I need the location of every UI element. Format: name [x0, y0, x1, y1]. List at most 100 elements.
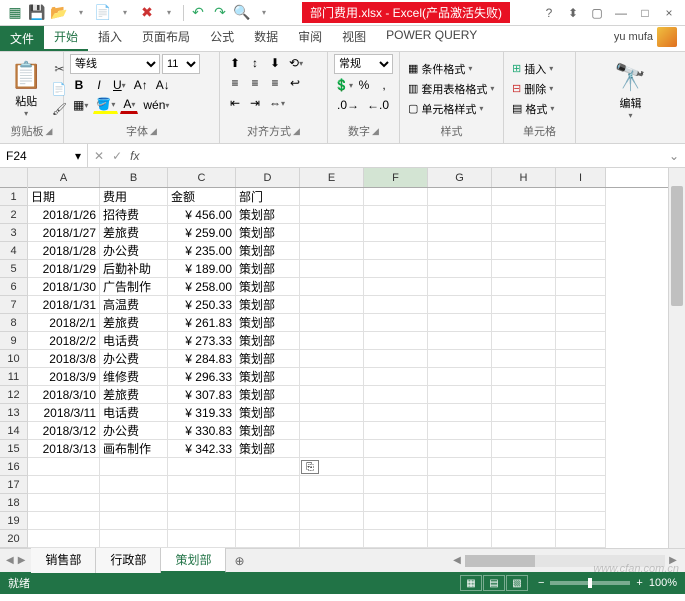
row-header[interactable]: 6: [0, 278, 27, 296]
ribbon-display-icon[interactable]: ⬍: [561, 3, 585, 23]
cell[interactable]: [364, 206, 428, 224]
cell[interactable]: [492, 512, 556, 530]
close-doc-icon[interactable]: ✖: [137, 3, 157, 23]
cell[interactable]: [364, 350, 428, 368]
cell[interactable]: [364, 242, 428, 260]
phonetic-button[interactable]: wén▾: [140, 96, 172, 114]
cell[interactable]: [300, 512, 364, 530]
sheet-tab[interactable]: 行政部: [96, 548, 161, 573]
increase-indent-icon[interactable]: ⇥: [246, 94, 264, 112]
cell[interactable]: [428, 206, 492, 224]
enter-formula-icon[interactable]: ✓: [112, 149, 122, 163]
cell[interactable]: [428, 404, 492, 422]
cell[interactable]: [556, 368, 606, 386]
cell[interactable]: [300, 260, 364, 278]
cell[interactable]: 日期: [28, 188, 100, 206]
cell[interactable]: 策划部: [236, 404, 300, 422]
cell[interactable]: ¥ 307.83: [168, 386, 236, 404]
column-header[interactable]: E: [300, 168, 364, 187]
cell[interactable]: [556, 422, 606, 440]
cell[interactable]: [492, 224, 556, 242]
zoom-in-icon[interactable]: +: [636, 577, 642, 589]
cell[interactable]: [300, 476, 364, 494]
row-header[interactable]: 18: [0, 494, 27, 512]
column-header[interactable]: B: [100, 168, 168, 187]
cell[interactable]: ¥ 330.83: [168, 422, 236, 440]
conditional-formatting-button[interactable]: ▦条件格式▾: [406, 60, 497, 78]
cell[interactable]: [428, 224, 492, 242]
cell[interactable]: 2018/1/27: [28, 224, 100, 242]
paste-button[interactable]: 📋 粘贴 ▾: [6, 58, 46, 120]
cell[interactable]: [364, 368, 428, 386]
cell[interactable]: [428, 296, 492, 314]
increase-decimal-icon[interactable]: .0→: [334, 96, 362, 114]
cell[interactable]: [364, 314, 428, 332]
underline-button[interactable]: U▾: [110, 76, 129, 94]
qat-customize-icon[interactable]: ▾: [254, 3, 274, 23]
tab-数据[interactable]: 数据: [244, 24, 288, 51]
cell[interactable]: 策划部: [236, 314, 300, 332]
cell[interactable]: [428, 242, 492, 260]
cell[interactable]: 维修费: [100, 368, 168, 386]
undo-icon[interactable]: ↶: [188, 3, 208, 23]
cell[interactable]: [364, 404, 428, 422]
cell[interactable]: [428, 332, 492, 350]
dialog-launcher-icon[interactable]: ◢: [293, 126, 300, 137]
fill-color-button[interactable]: 🪣▾: [93, 96, 118, 114]
cell[interactable]: 办公费: [100, 242, 168, 260]
cell[interactable]: 2018/3/12: [28, 422, 100, 440]
cell[interactable]: [428, 260, 492, 278]
insert-function-icon[interactable]: fx: [130, 149, 139, 163]
cell[interactable]: [492, 404, 556, 422]
cell[interactable]: [300, 206, 364, 224]
cell[interactable]: [556, 440, 606, 458]
cell[interactable]: [300, 332, 364, 350]
decrease-decimal-icon[interactable]: ←.0: [364, 96, 392, 114]
cell[interactable]: 2018/1/26: [28, 206, 100, 224]
cell[interactable]: 2018/3/10: [28, 386, 100, 404]
cell[interactable]: 电话费: [100, 332, 168, 350]
column-header[interactable]: D: [236, 168, 300, 187]
cell[interactable]: [492, 314, 556, 332]
cell[interactable]: [364, 494, 428, 512]
row-header[interactable]: 17: [0, 476, 27, 494]
cell[interactable]: [300, 314, 364, 332]
cell[interactable]: [492, 422, 556, 440]
add-sheet-button[interactable]: ⊕: [226, 554, 252, 568]
cell[interactable]: [364, 224, 428, 242]
cell[interactable]: [492, 440, 556, 458]
insert-cells-button[interactable]: ⊞插入▾: [510, 60, 569, 78]
cell[interactable]: 部门: [236, 188, 300, 206]
cell[interactable]: 画布制作: [100, 440, 168, 458]
row-header[interactable]: 19: [0, 512, 27, 530]
cell[interactable]: [236, 476, 300, 494]
cell[interactable]: [556, 476, 606, 494]
cell[interactable]: 高温费: [100, 296, 168, 314]
merge-center-button[interactable]: ⇔▾: [266, 94, 288, 112]
cell[interactable]: [364, 512, 428, 530]
row-header[interactable]: 1: [0, 188, 27, 206]
cell[interactable]: [364, 278, 428, 296]
cell[interactable]: 策划部: [236, 296, 300, 314]
row-header[interactable]: 9: [0, 332, 27, 350]
cell[interactable]: [556, 386, 606, 404]
dialog-launcher-icon[interactable]: ◢: [372, 126, 379, 137]
decrease-indent-icon[interactable]: ⇤: [226, 94, 244, 112]
cell[interactable]: 策划部: [236, 350, 300, 368]
cell[interactable]: [28, 458, 100, 476]
cell[interactable]: ¥ 319.33: [168, 404, 236, 422]
dialog-launcher-icon[interactable]: ◢: [46, 126, 53, 137]
cell[interactable]: [168, 494, 236, 512]
cell[interactable]: [428, 386, 492, 404]
dropdown-icon[interactable]: ▾: [115, 3, 135, 23]
cell[interactable]: ¥ 250.33: [168, 296, 236, 314]
cell[interactable]: [428, 494, 492, 512]
cell[interactable]: 2018/2/2: [28, 332, 100, 350]
cell[interactable]: [100, 512, 168, 530]
cell[interactable]: [492, 494, 556, 512]
align-center-icon[interactable]: ≡: [246, 74, 264, 92]
window-restore-icon[interactable]: ▢: [585, 3, 609, 23]
bold-button[interactable]: B: [70, 76, 88, 94]
cell[interactable]: [300, 422, 364, 440]
cell[interactable]: [364, 332, 428, 350]
